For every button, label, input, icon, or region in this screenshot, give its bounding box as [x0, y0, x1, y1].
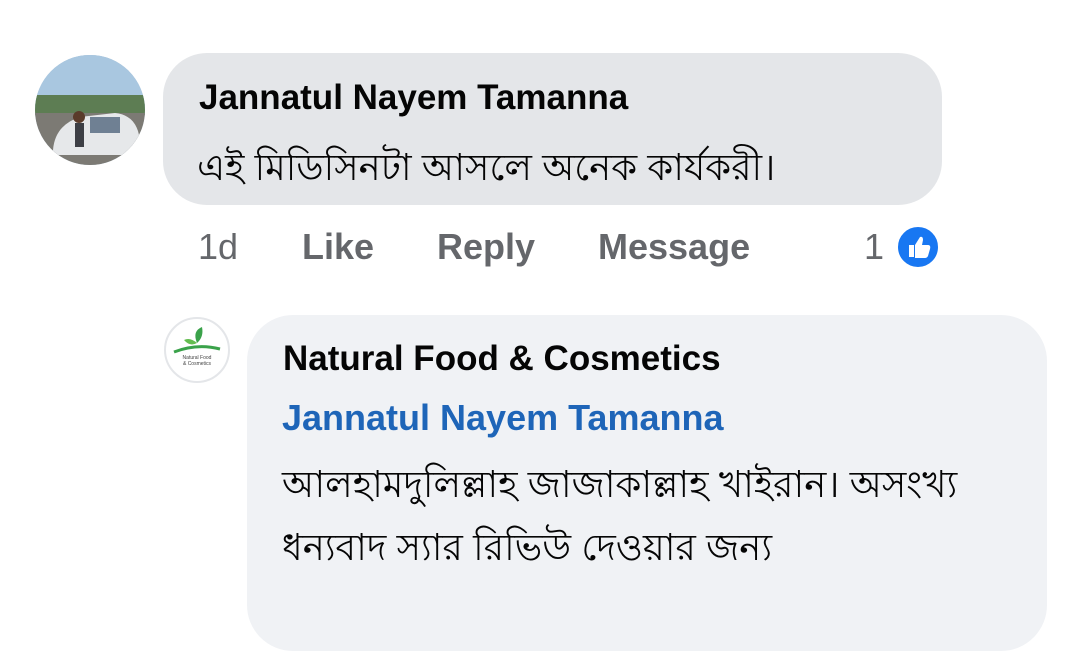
- reaction-count[interactable]: 1: [864, 226, 884, 268]
- commenter-avatar[interactable]: [35, 55, 145, 165]
- comment-timestamp[interactable]: 1d: [198, 226, 238, 268]
- comment-author[interactable]: Jannatul Nayem Tamanna: [199, 78, 628, 118]
- leaf-logo-icon: Natural Food & Cosmetics: [173, 327, 221, 367]
- reply-bubble: Natural Food & Cosmetics Jannatul Nayem …: [247, 315, 1047, 651]
- like-button[interactable]: Like: [302, 226, 374, 268]
- reply-author[interactable]: Natural Food & Cosmetics: [283, 339, 721, 379]
- page-logo-avatar[interactable]: Natural Food & Cosmetics: [164, 317, 230, 383]
- avatar-photo: [35, 55, 145, 165]
- reply-button[interactable]: Reply: [437, 226, 535, 268]
- thumbs-up-icon[interactable]: [895, 224, 941, 270]
- mention-link[interactable]: Jannatul Nayem Tamanna: [282, 397, 723, 439]
- svg-text:& Cosmetics: & Cosmetics: [183, 361, 212, 367]
- comment-actions: 1d Like Reply Message 1: [0, 220, 1080, 276]
- message-button[interactable]: Message: [598, 226, 750, 268]
- comment-text: এই মিডিসিনটা আসলে অনেক কার্যকরী।: [197, 147, 776, 188]
- reply-text: আলহামদুলিল্লাহ জাজাকাল্লাহ খাইরান। অসংখ্…: [282, 464, 958, 568]
- comment-bubble: Jannatul Nayem Tamanna এই মিডিসিনটা আসলে…: [163, 53, 942, 205]
